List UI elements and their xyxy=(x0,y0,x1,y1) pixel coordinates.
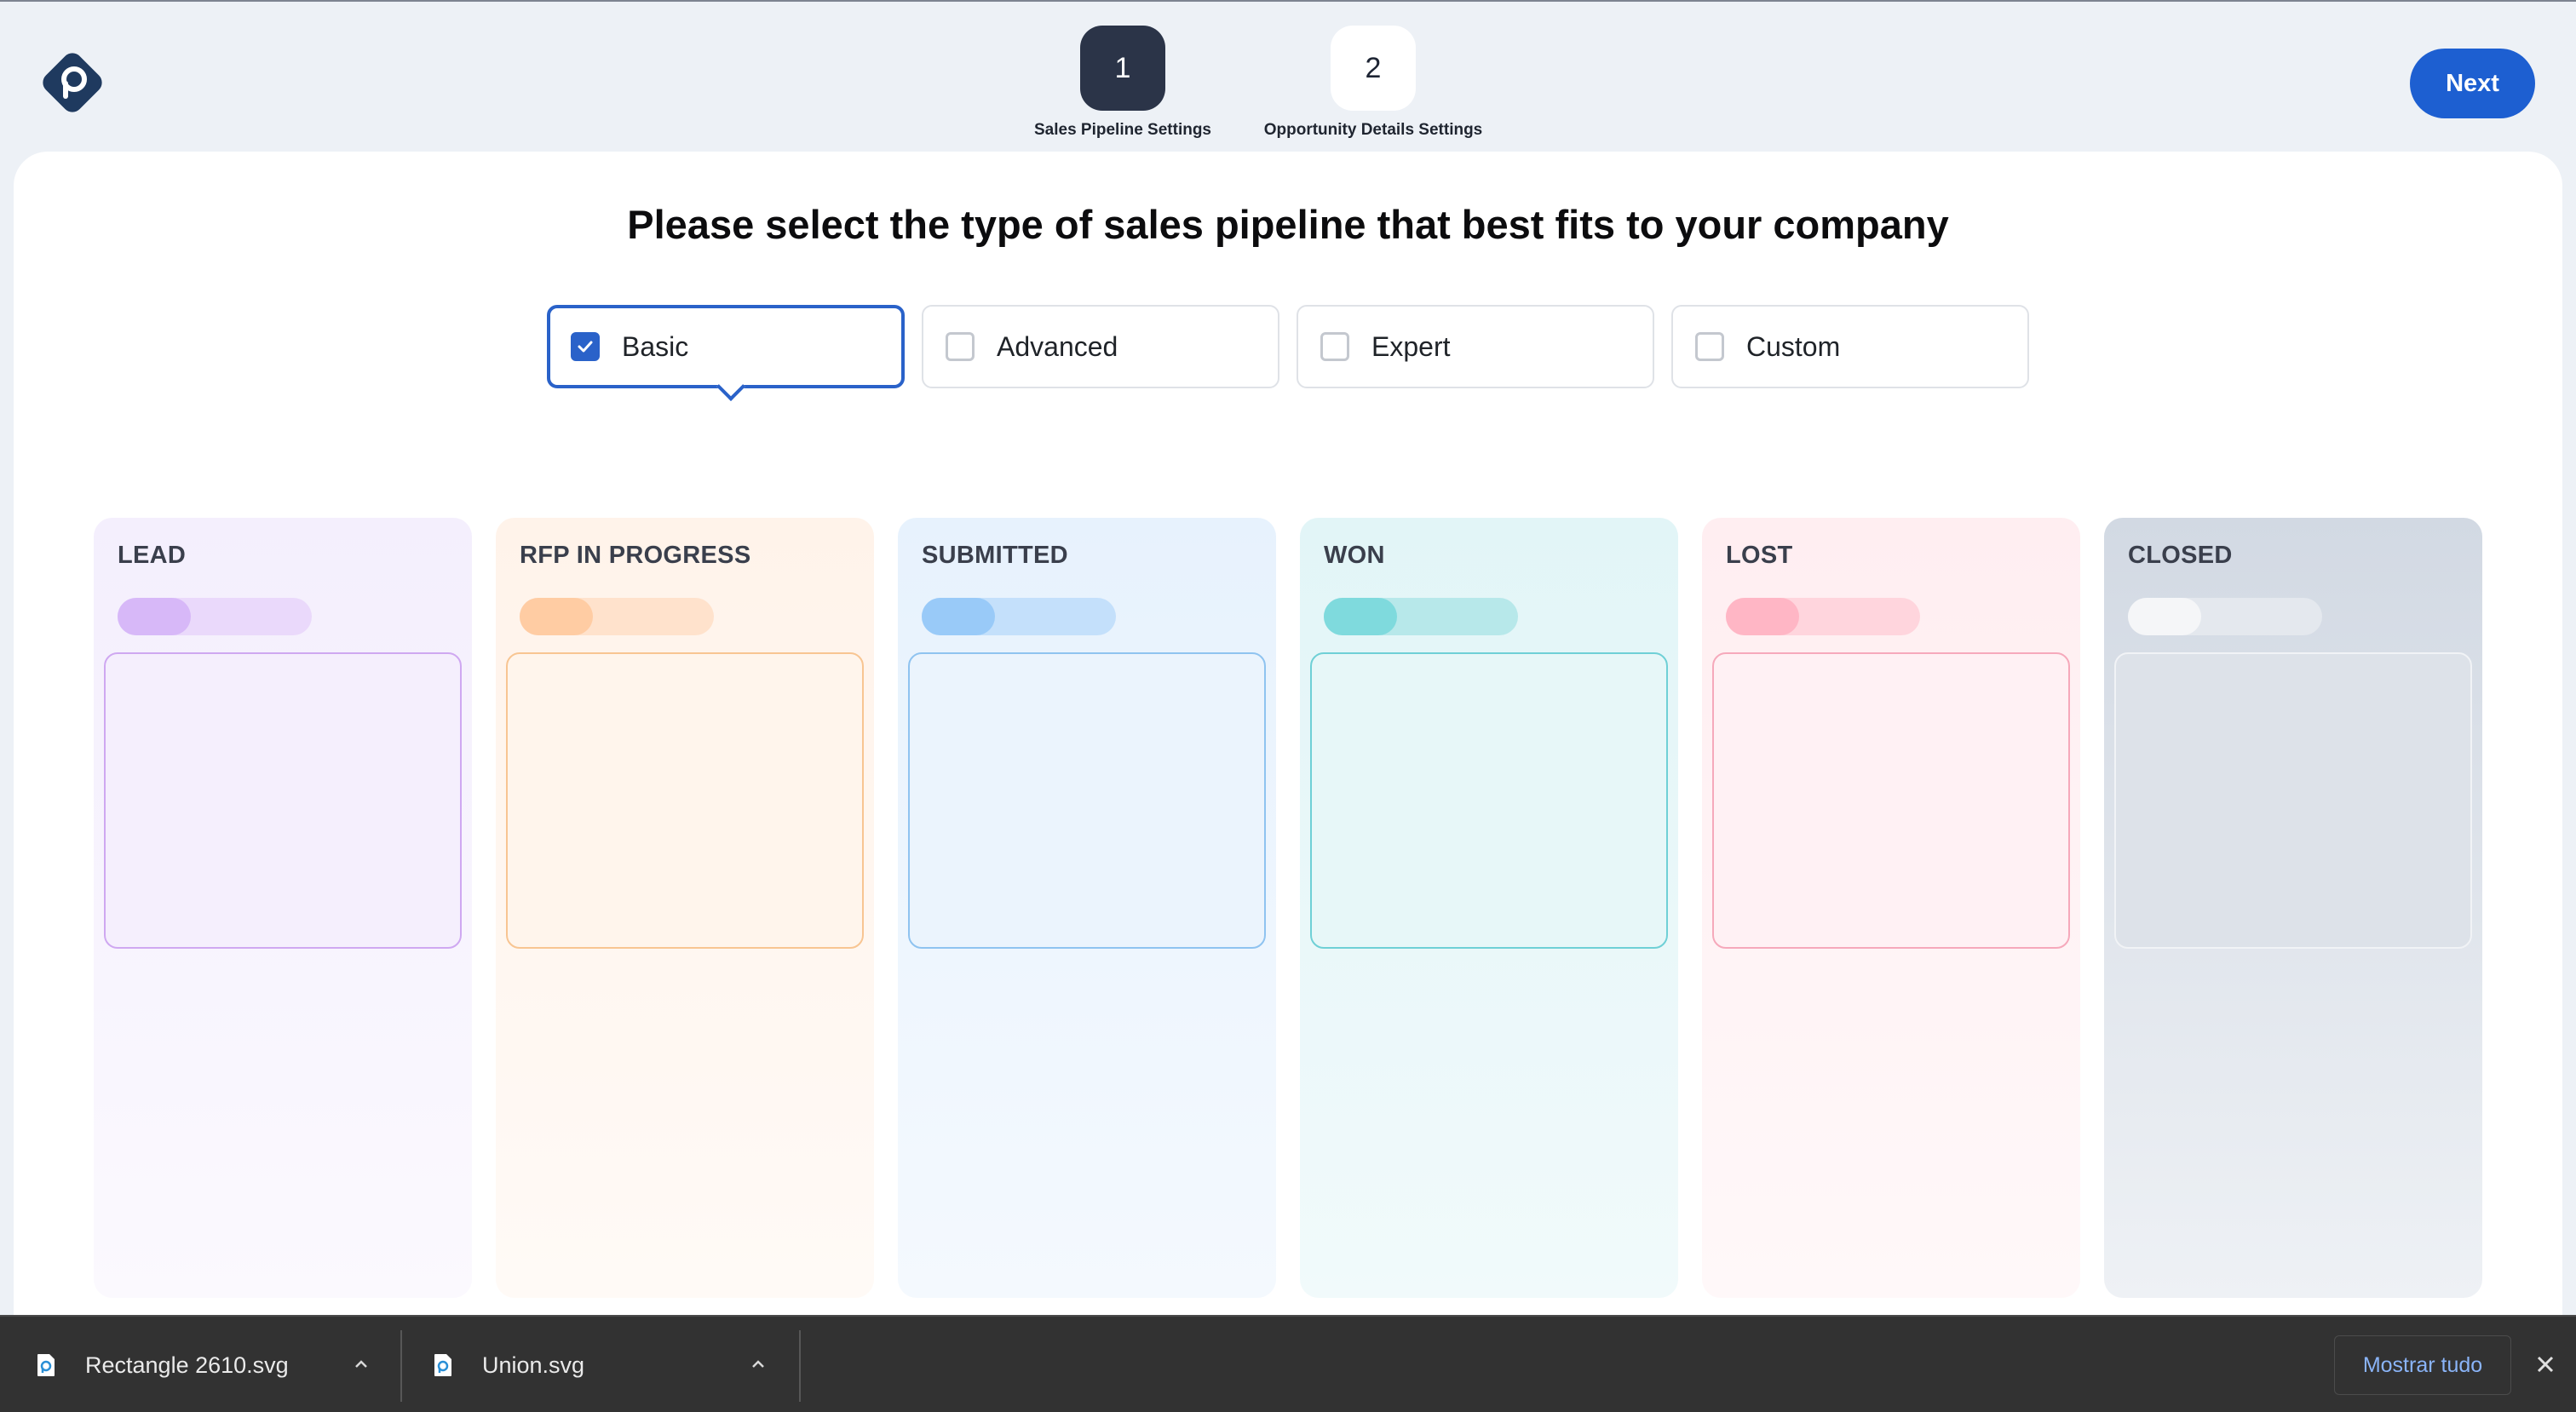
option-label: Expert xyxy=(1371,330,1451,362)
checkbox-icon[interactable] xyxy=(1695,332,1724,361)
column-placeholder-pill xyxy=(520,598,714,635)
step-opportunity-details-settings[interactable]: 2 Opportunity Details Settings xyxy=(1203,26,1544,140)
checkbox-icon[interactable] xyxy=(946,332,975,361)
pipeline-column-lost: LOST xyxy=(1702,518,2080,1298)
next-button[interactable]: Next xyxy=(2410,49,2535,118)
divider xyxy=(799,1330,801,1402)
page-title: Please select the type of sales pipeline… xyxy=(627,202,1949,247)
stepper: 1 Sales Pipeline Settings 2 Opportunity … xyxy=(0,26,2576,145)
option-label: Custom xyxy=(1746,330,1841,362)
column-placeholder-pill xyxy=(1726,598,1920,635)
column-title: CLOSED xyxy=(2128,542,2233,569)
step-number: 1 xyxy=(1080,26,1165,111)
column-placeholder-card xyxy=(506,652,864,949)
column-placeholder-pill xyxy=(1324,598,1518,635)
column-placeholder-card xyxy=(2114,652,2472,949)
chevron-up-icon[interactable] xyxy=(748,1354,768,1375)
download-item[interactable]: Rectangle 2610.svg xyxy=(36,1317,399,1412)
option-label: Advanced xyxy=(997,330,1118,362)
option-advanced[interactable]: Advanced xyxy=(922,305,1279,388)
column-placeholder-pill xyxy=(922,598,1116,635)
column-placeholder-card xyxy=(1310,652,1668,949)
download-filename: Union.svg xyxy=(482,1352,585,1378)
pipeline-column-rfp-in-progress: RFP IN PROGRESS xyxy=(496,518,874,1298)
divider xyxy=(400,1330,402,1402)
pipeline-column-lead: LEAD xyxy=(94,518,472,1298)
chevron-up-icon[interactable] xyxy=(351,1354,371,1375)
pipeline-column-closed: CLOSED xyxy=(2104,518,2482,1298)
option-expert[interactable]: Expert xyxy=(1297,305,1654,388)
column-title: LEAD xyxy=(118,542,187,569)
close-icon[interactable] xyxy=(2533,1352,2557,1376)
download-item[interactable]: Union.svg xyxy=(433,1317,799,1412)
column-title: LOST xyxy=(1726,542,1793,569)
show-all-button[interactable]: Mostrar tudo xyxy=(2334,1335,2511,1395)
svg-file-icon xyxy=(36,1353,56,1377)
download-filename: Rectangle 2610.svg xyxy=(85,1352,289,1378)
column-title: WON xyxy=(1324,542,1385,569)
downloads-bar: Rectangle 2610.svg Union.svg Mostrar tud… xyxy=(0,1315,2576,1412)
column-title: RFP IN PROGRESS xyxy=(520,542,751,569)
column-placeholder-card xyxy=(1712,652,2070,949)
option-custom[interactable]: Custom xyxy=(1671,305,2029,388)
option-label: Basic xyxy=(622,330,689,362)
option-basic[interactable]: Basic xyxy=(547,305,905,401)
checkbox-checked-icon[interactable] xyxy=(571,332,600,361)
step-number: 2 xyxy=(1331,26,1416,111)
column-placeholder-card xyxy=(908,652,1266,949)
column-title: SUBMITTED xyxy=(922,542,1068,569)
column-placeholder-card xyxy=(104,652,462,949)
window-top-border xyxy=(0,0,2576,2)
pipeline-column-won: WON xyxy=(1300,518,1678,1298)
column-placeholder-pill xyxy=(2128,598,2322,635)
step-label: Opportunity Details Settings xyxy=(1263,121,1483,139)
svg-file-icon xyxy=(433,1353,453,1377)
checkbox-icon[interactable] xyxy=(1320,332,1349,361)
pipeline-column-submitted: SUBMITTED xyxy=(898,518,1276,1298)
column-placeholder-pill xyxy=(118,598,312,635)
